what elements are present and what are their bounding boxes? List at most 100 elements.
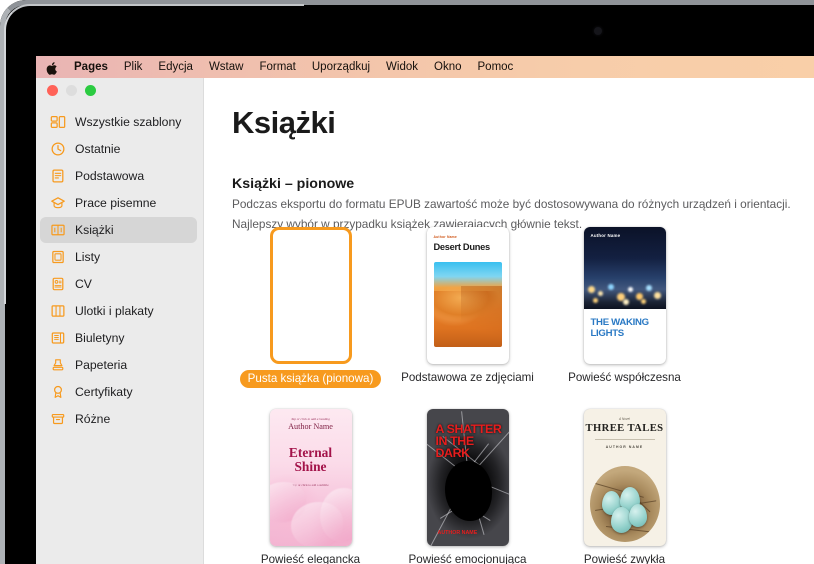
cover-photo-cityscape: Author Name	[583, 227, 666, 309]
template-grid: Pusta książka (pionowa) Author Name Dese…	[232, 218, 814, 564]
newsletter-icon	[49, 330, 66, 347]
section-title: Książki – pionowe	[232, 176, 355, 192]
template-thumbnail-wrap: Author Name THE WAKING LIGHTS	[583, 218, 666, 364]
template-thumbnail-wrap: Author Name Desert Dunes	[426, 218, 509, 364]
menu-item-pomoc[interactable]: Pomoc	[478, 56, 514, 78]
close-button[interactable]	[47, 85, 58, 96]
sidebar-item-label: Podstawowa	[75, 169, 145, 183]
template-card-contemporary-novel[interactable]: Author Name THE WAKING LIGHTS Powieść ws…	[546, 218, 703, 388]
menu-item-widok[interactable]: Widok	[386, 56, 418, 78]
sidebar-item-label: Ostatnie	[75, 142, 121, 156]
template-thumbnail[interactable]: A SHATTER IN THE DARK AUTHOR NAME	[426, 408, 509, 546]
cover-author: Author Name	[590, 233, 621, 238]
menu-bar: Pages Plik Edycja Wstaw Format Uporządku…	[36, 56, 814, 78]
template-label: Powieść elegancka	[260, 552, 361, 564]
cover-title: Eternal Shine	[288, 444, 333, 474]
sidebar-item-biuletyny[interactable]: Biuletyny	[40, 325, 197, 351]
apple-logo-icon[interactable]	[46, 61, 59, 76]
pages-template-chooser-window: Wszystkie szablony Ostatnie Podstawowa P…	[36, 78, 814, 564]
template-card-blank-book[interactable]: Pusta książka (pionowa)	[232, 218, 389, 388]
cover-divider	[594, 438, 655, 440]
sidebar-item-ulotki-i-plakaty[interactable]: Ulotki i plakaty	[40, 298, 197, 324]
template-label: Podstawowa ze zdjęciami	[401, 371, 534, 384]
menu-item-format[interactable]: Format	[259, 56, 295, 78]
sidebar-item-label: Biuletyny	[75, 331, 125, 345]
certificate-icon	[49, 384, 66, 401]
cover-pretext: A Novel	[618, 416, 631, 421]
cover-title: THREE TALES	[585, 422, 664, 434]
cover-pretext: Tap or click to add a heading	[291, 416, 330, 421]
cover-photo-nest	[589, 465, 660, 542]
sidebar: Wszystkie szablony Ostatnie Podstawowa P…	[36, 78, 204, 564]
sidebar-item-label: Listy	[75, 250, 101, 264]
cover-author: Author Name	[433, 235, 457, 239]
template-label: Powieść emocjonująca	[408, 552, 527, 564]
document-icon	[49, 168, 66, 185]
template-thumbnail-wrap: A SHATTER IN THE DARK AUTHOR NAME	[426, 400, 509, 546]
sidebar-item-cv[interactable]: CV	[40, 271, 197, 297]
sidebar-item-wszystkie-szablony[interactable]: Wszystkie szablony	[40, 109, 197, 135]
laptop-screen: Pages Plik Edycja Wstaw Format Uporządku…	[0, 0, 814, 564]
letter-icon	[49, 249, 66, 266]
open-book-icon	[49, 222, 66, 239]
template-thumbnail[interactable]: Author Name Desert Dunes	[426, 227, 509, 364]
sidebar-item-label: Książki	[75, 223, 114, 237]
sidebar-item-label: Wszystkie szablony	[75, 115, 182, 129]
zoom-button[interactable]	[85, 85, 96, 96]
template-thumbnail[interactable]: Author Name THE WAKING LIGHTS	[583, 227, 666, 364]
flyers-icon	[49, 303, 66, 320]
template-thumbnail[interactable]	[269, 227, 352, 364]
menu-item-okno[interactable]: Okno	[434, 56, 462, 78]
template-card-elegant-novel[interactable]: Tap or click to add a heading Author Nam…	[232, 400, 389, 564]
webcam-icon	[594, 27, 602, 35]
template-label: Powieść współczesna	[568, 371, 681, 384]
window-controls	[47, 85, 96, 96]
stationery-icon	[49, 357, 66, 374]
template-thumbnail-wrap: A Novel THREE TALES AUTHOR NAME	[583, 400, 666, 546]
template-thumbnail-wrap: Tap or click to add a heading Author Nam…	[269, 400, 352, 546]
template-thumbnail-wrap	[269, 218, 352, 364]
menu-item-edycja[interactable]: Edycja	[158, 56, 193, 78]
minimize-button[interactable]	[66, 85, 77, 96]
cover-author: AUTHOR NAME	[437, 529, 478, 536]
section-description-line1: Podczas eksportu do formatu EPUB zawarto…	[232, 197, 791, 211]
sidebar-item-ksiazki[interactable]: Książki	[40, 217, 197, 243]
cover-title: THE WAKING LIGHTS	[590, 317, 650, 339]
sidebar-item-label: CV	[75, 277, 92, 291]
sidebar-item-podstawowa[interactable]: Podstawowa	[40, 163, 197, 189]
menu-item-plik[interactable]: Plik	[124, 56, 143, 78]
graduation-cap-icon	[49, 195, 66, 212]
cover-title: A SHATTER IN THE DARK	[435, 421, 502, 460]
menu-item-wstaw[interactable]: Wstaw	[209, 56, 244, 78]
resume-icon	[49, 276, 66, 293]
sidebar-item-label: Papeteria	[75, 358, 128, 372]
misc-icon	[49, 411, 66, 428]
template-label: Pusta książka (pionowa)	[239, 370, 382, 388]
page-title: Książki	[232, 105, 336, 140]
sidebar-item-certyfikaty[interactable]: Certyfikaty	[40, 379, 197, 405]
clock-icon	[49, 141, 66, 158]
cover-author: Author Name	[288, 421, 333, 431]
template-card-thrilling-novel[interactable]: A SHATTER IN THE DARK AUTHOR NAME Powieś…	[389, 400, 546, 564]
template-thumbnail[interactable]: Tap or click to add a heading Author Nam…	[269, 409, 352, 546]
template-thumbnail[interactable]: A Novel THREE TALES AUTHOR NAME	[583, 408, 666, 546]
cover-photo-dunes	[433, 262, 502, 347]
sidebar-item-prace-pisemne[interactable]: Prace pisemne	[40, 190, 197, 216]
sidebar-item-label: Prace pisemne	[75, 196, 157, 210]
template-browser: Książki Książki – pionowe Podczas ekspor…	[204, 78, 814, 564]
template-card-basic-photos[interactable]: Author Name Desert Dunes Podstawowa ze z…	[389, 218, 546, 388]
cover-author: AUTHOR NAME	[605, 444, 644, 449]
template-card-plain-novel[interactable]: A Novel THREE TALES AUTHOR NAME Powieść …	[546, 400, 703, 564]
sidebar-item-rozne[interactable]: Różne	[40, 406, 197, 432]
sidebar-item-ostatnie[interactable]: Ostatnie	[40, 136, 197, 162]
sidebar-item-papeteria[interactable]: Papeteria	[40, 352, 197, 378]
menu-item-uporzadkuj[interactable]: Uporządkuj	[312, 56, 370, 78]
sidebar-item-listy[interactable]: Listy	[40, 244, 197, 270]
all-templates-icon	[49, 114, 66, 131]
sidebar-item-label: Różne	[75, 412, 111, 426]
sidebar-item-label: Certyfikaty	[75, 385, 133, 399]
menu-item-pages[interactable]: Pages	[74, 56, 108, 78]
template-label: Powieść zwykła	[583, 552, 666, 564]
cover-title: Desert Dunes	[433, 242, 491, 252]
sidebar-item-label: Ulotki i plakaty	[75, 304, 154, 318]
